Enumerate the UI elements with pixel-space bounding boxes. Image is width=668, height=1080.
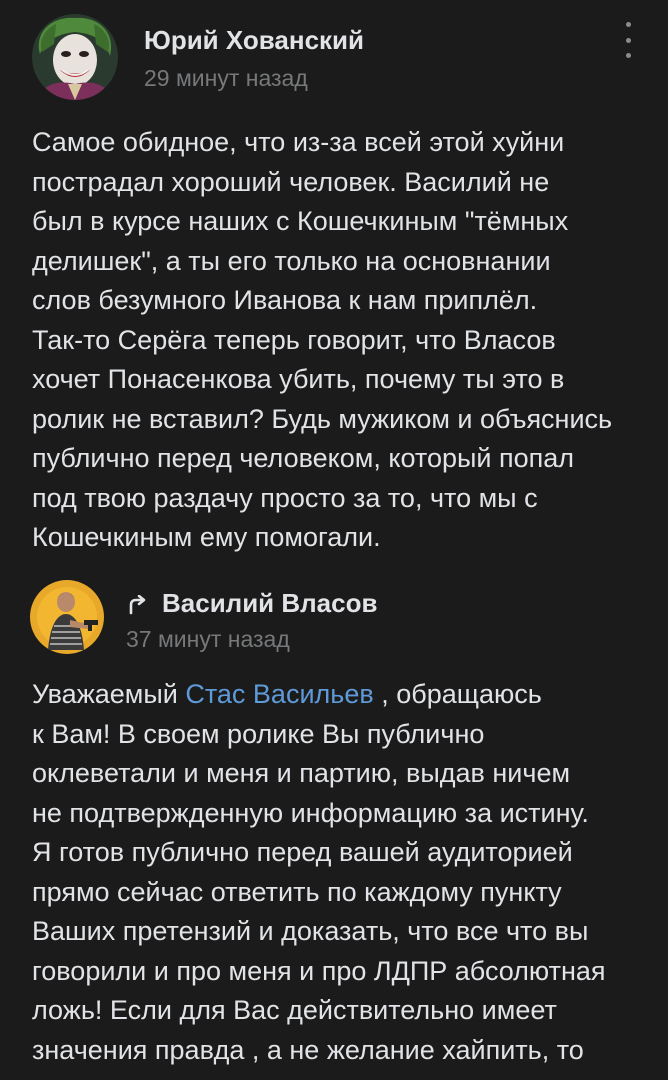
text-line: под твою раздачу просто за то, что мы с: [32, 482, 538, 513]
text-line: был в курсе наших с Кошечкиным "тёмных: [32, 206, 569, 236]
text-line: публично перед человеком, который попал: [32, 443, 575, 473]
text-prefix: Уважаемый: [32, 679, 186, 709]
text-line: ложь! Если для Вас действительно имеет: [32, 995, 557, 1025]
author-avatar[interactable]: [30, 580, 104, 654]
text-line: оклеветали и меня и партию, выдав ничем: [32, 758, 571, 788]
more-options-button[interactable]: [616, 20, 640, 60]
text-line: ролик не вставил? Будь мужиком и объясни…: [32, 403, 613, 434]
text-line: значения правда , а не желание хайпить, …: [32, 1034, 584, 1065]
author-name-label: Василий Власов: [162, 588, 378, 618]
text-line: не подтвержденную информацию за истину.: [32, 797, 589, 828]
text-line: Уважаемый Стас Васильев , обращаюсь: [32, 675, 652, 715]
text-line: к Вам! В своем ролике Вы публично: [32, 718, 485, 749]
text-line: пострадал хороший человек. Василий не: [32, 166, 550, 197]
reply-arrow-icon: [129, 594, 146, 614]
comment-timestamp[interactable]: 29 минут назад: [144, 65, 308, 92]
more-dot-icon: [625, 37, 631, 43]
author-name[interactable]: Юрий Хованский: [144, 25, 364, 56]
text-line: Кошечкиным ему помогали.: [32, 522, 381, 552]
text-line: слов безумного Иванова к нам приплёл.: [32, 285, 538, 315]
text-line: Я готов публично перед вашей аудиторией: [32, 837, 573, 867]
man-with-gun-avatar-icon: [30, 580, 104, 654]
text-line: Самое обидное, что из-за всей этой хуйни: [32, 127, 565, 157]
joker-avatar-icon: [32, 14, 118, 100]
text-line: прямо сейчас ответить по каждому пункту: [32, 876, 562, 907]
text-line: хочет Понасенкова убить, почему ты это в: [32, 364, 565, 394]
text-line: Ваших претензий и доказать, что все что …: [32, 916, 589, 946]
comment-text: Самое обидное, что из-за всей этой хуйни…: [32, 123, 652, 558]
author-avatar[interactable]: [32, 14, 118, 100]
author-name[interactable]: Василий Власов: [128, 588, 377, 619]
comment-timestamp[interactable]: 37 минут назад: [126, 626, 290, 653]
text-line: делишек", а ты его только на основнании: [32, 245, 551, 276]
user-mention-link[interactable]: Стас Васильев: [185, 679, 373, 709]
text-line: говорили и про меня и про ЛДПР абсолютна…: [32, 955, 606, 986]
text-line: Так-то Серёга теперь говорит, что Власов: [32, 324, 556, 355]
more-dot-icon: [625, 53, 631, 58]
text-suffix: , обращаюсь: [373, 679, 542, 709]
more-dot-icon: [625, 22, 631, 27]
comment-text: Уважаемый Стас Васильев , обращаюсь к Ва…: [32, 675, 652, 1070]
